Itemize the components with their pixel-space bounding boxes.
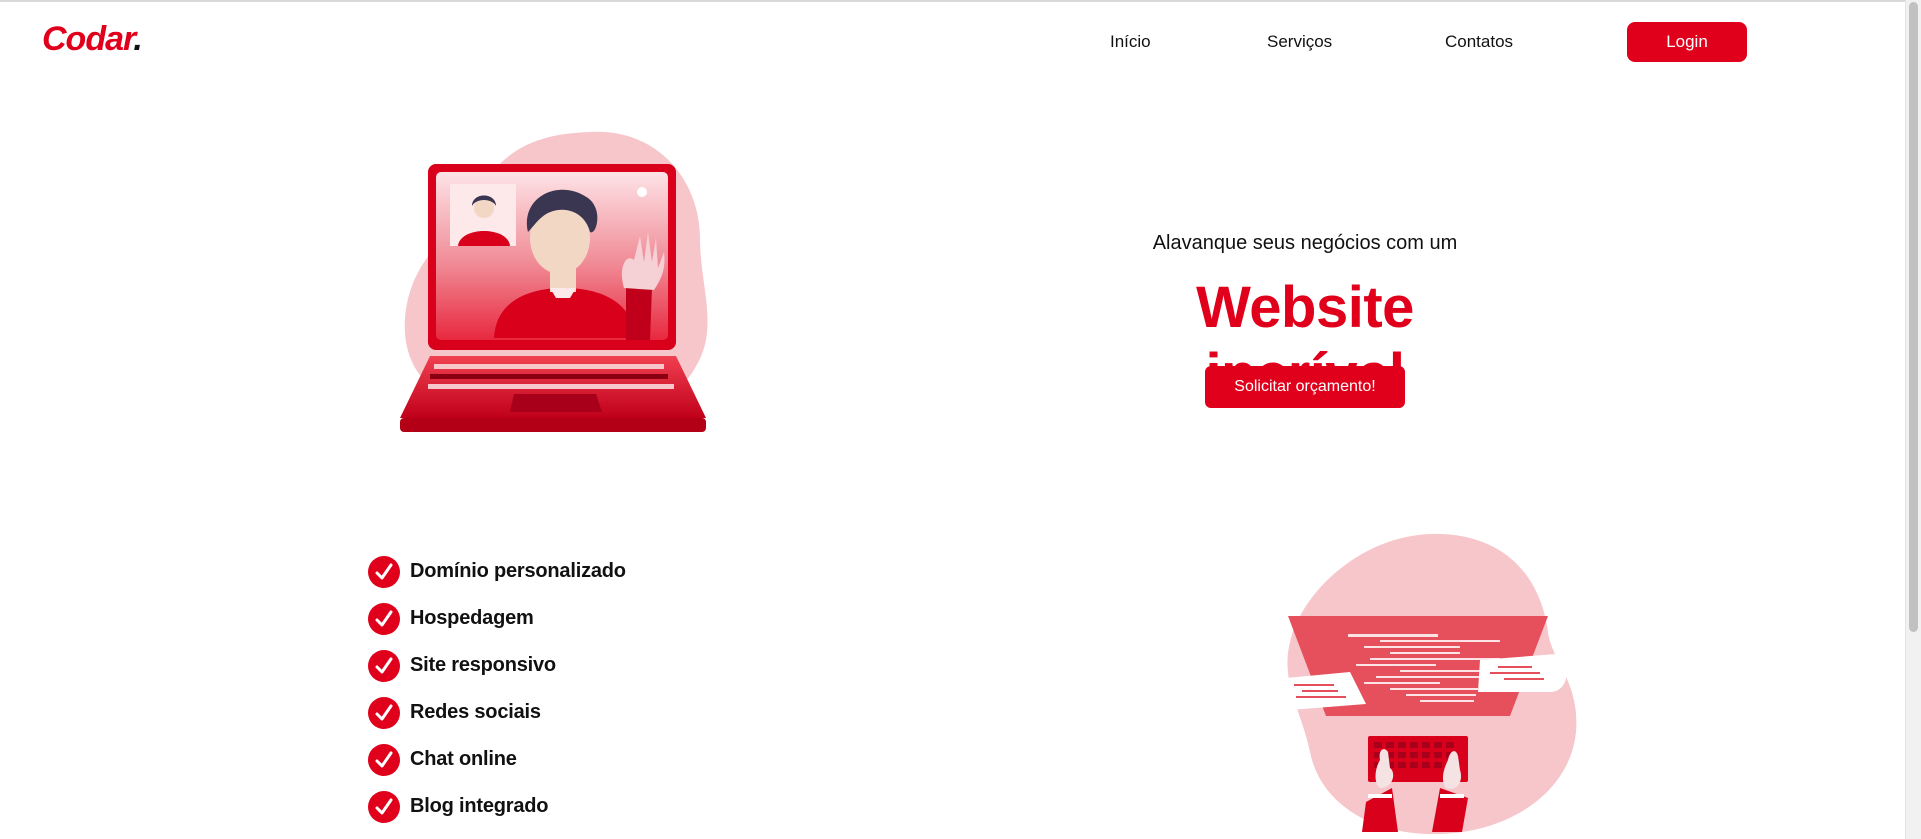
scrollbar-thumb[interactable] <box>1909 2 1918 632</box>
hero-subtitle: Alavanque seus negócios com um <box>1152 232 1458 254</box>
feature-label: Chat online <box>410 748 517 770</box>
check-icon <box>368 696 400 729</box>
features-list: Domínio personalizado Hospedagem Site re… <box>368 548 626 830</box>
feature-label: Hospedagem <box>410 607 534 629</box>
feature-item: Redes sociais <box>368 689 626 736</box>
coding-keyboard-illustration <box>1281 533 1577 835</box>
logo-dot: . <box>133 20 143 58</box>
laptop-videocall-illustration <box>400 131 708 432</box>
logo-text: Codar <box>42 20 134 58</box>
feature-label: Blog integrado <box>410 795 549 817</box>
top-border <box>0 0 1921 2</box>
feature-item: Site responsivo <box>368 642 626 689</box>
login-button[interactable]: Login <box>1627 22 1747 62</box>
feature-label: Redes sociais <box>410 701 541 723</box>
logo[interactable]: Codar. <box>42 20 143 59</box>
feature-item: Blog integrado <box>368 783 626 830</box>
feature-label: Domínio personalizado <box>410 560 626 582</box>
feature-item: Chat online <box>368 736 626 783</box>
nav-link-contatos[interactable]: Contatos <box>1445 32 1513 52</box>
feature-item: Domínio personalizado <box>368 548 626 595</box>
feature-label: Site responsivo <box>410 654 556 676</box>
check-icon <box>368 555 400 588</box>
check-icon <box>368 602 400 635</box>
nav-link-inicio[interactable]: Início <box>1110 32 1151 52</box>
check-icon <box>368 649 400 682</box>
request-quote-button[interactable]: Solicitar orçamento! <box>1205 366 1405 408</box>
nav-link-servicos[interactable]: Serviços <box>1267 32 1332 52</box>
vertical-scrollbar[interactable] <box>1905 0 1921 839</box>
feature-item: Hospedagem <box>368 595 626 642</box>
check-icon <box>368 790 400 823</box>
check-icon <box>368 743 400 776</box>
